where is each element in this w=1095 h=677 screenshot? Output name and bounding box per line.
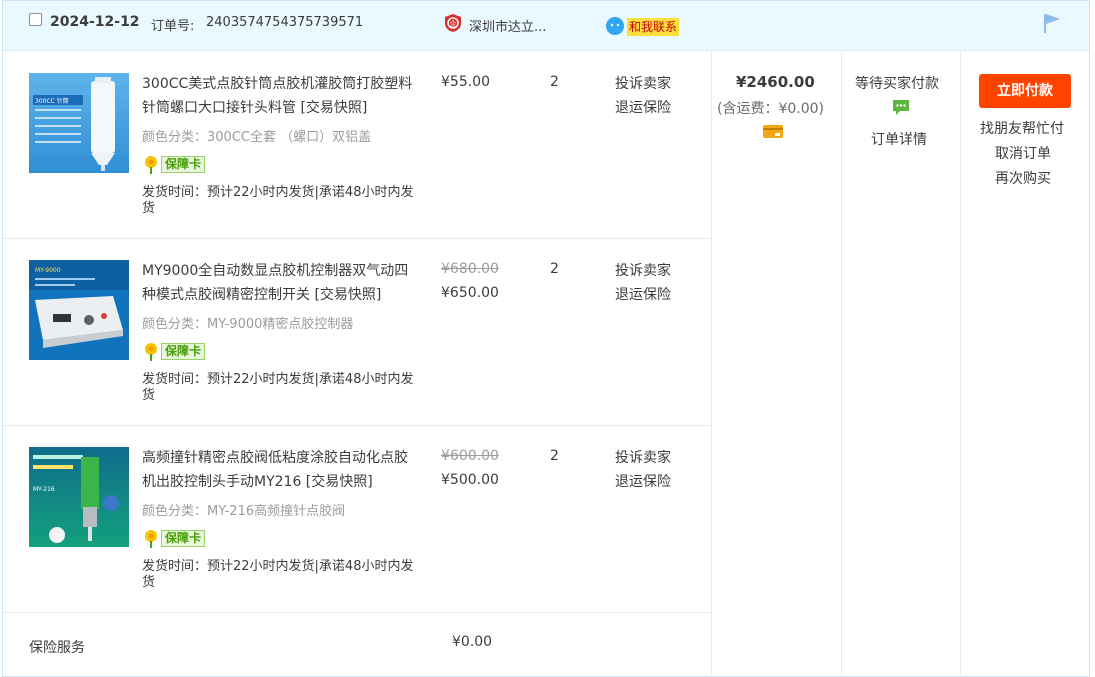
quantity: 2 xyxy=(550,74,559,90)
order-header: 2024-12-12 订单号: 2403574754375739571 企 深圳… xyxy=(3,1,1089,51)
original-price: ¥600.00 xyxy=(441,448,499,464)
enterprise-shop-icon: 企 xyxy=(445,14,461,32)
return-insurance-link[interactable]: 退运保险 xyxy=(615,284,671,304)
svg-text:企: 企 xyxy=(450,19,457,28)
product-thumbnail[interactable]: MY-216 xyxy=(29,447,129,547)
order-item: 300CC 针筒 300CC美式点胶针筒点胶机灌胶筒打胶塑料针筒螺口大口接针头料… xyxy=(3,52,711,239)
original-price: ¥680.00 xyxy=(441,261,499,277)
order-date: 2024-12-12 xyxy=(50,14,140,30)
order-detail-link[interactable]: 订单详情 xyxy=(871,129,927,149)
product-thumbnail[interactable]: 300CC 针筒 xyxy=(29,73,129,173)
product-image: 300CC 针筒 xyxy=(33,77,115,171)
shop-name-link[interactable]: 深圳市达立... xyxy=(469,16,546,35)
product-image: MY-216 xyxy=(33,455,119,543)
flower-icon xyxy=(145,530,157,548)
order-total: ¥2460.00 xyxy=(736,73,815,91)
product-thumbnail[interactable]: MY-9000 xyxy=(29,260,129,360)
order-number: 2403574754375739571 xyxy=(206,15,364,30)
product-title-link[interactable]: 300CC美式点胶针筒点胶机灌胶筒打胶塑料针筒螺口大口接针头料管 [交易快照] xyxy=(142,72,414,120)
order-item: MY-9000 MY9000全自动数显点胶机控制器双气动四种模式点胶阀精密控制开… xyxy=(3,239,711,426)
product-image: MY-9000 xyxy=(29,260,129,348)
column-divider xyxy=(841,52,842,677)
wangwang-chat-icon[interactable] xyxy=(605,16,625,36)
pay-now-button[interactable]: 立即付款 xyxy=(979,74,1071,108)
chat-bubble-icon[interactable] xyxy=(892,99,910,116)
thumbnail-caption: 300CC 针筒 xyxy=(35,97,69,105)
complain-seller-link[interactable]: 投诉卖家 xyxy=(615,73,671,93)
order-checkbox[interactable] xyxy=(29,13,42,26)
column-divider xyxy=(711,52,712,677)
complain-seller-link[interactable]: 投诉卖家 xyxy=(615,260,671,280)
flower-icon xyxy=(145,156,157,174)
return-insurance-link[interactable]: 退运保险 xyxy=(615,471,671,491)
flower-icon xyxy=(145,343,157,361)
product-title-link[interactable]: 高频撞针精密点胶阀低粘度涂胶自动化点胶机出胶控制头手动MY216 [交易快照] xyxy=(142,446,414,494)
order-card: 2024-12-12 订单号: 2403574754375739571 企 深圳… xyxy=(2,0,1090,677)
freight-info: (含运费：¥0.00) xyxy=(717,101,825,117)
thumbnail-caption: MY-9000 xyxy=(35,267,61,274)
return-insurance-link[interactable]: 退运保险 xyxy=(615,97,671,117)
shipping-time: 发货时间：预计22小时内发货|承诺48小时内发货 xyxy=(142,372,414,403)
flag-icon[interactable] xyxy=(1042,12,1062,34)
unit-price: ¥55.00 xyxy=(441,74,490,90)
quantity: 2 xyxy=(550,261,559,277)
insurance-service-value: ¥0.00 xyxy=(452,634,493,650)
unit-price: ¥650.00 xyxy=(441,285,499,301)
shipping-time: 发货时间：预计22小时内发货|承诺48小时内发货 xyxy=(142,185,414,216)
quantity: 2 xyxy=(550,448,559,464)
product-title-link[interactable]: MY9000全自动数显点胶机控制器双气动四种模式点胶阀精密控制开关 [交易快照] xyxy=(142,259,414,307)
cancel-order-link[interactable]: 取消订单 xyxy=(995,143,1051,163)
contact-me-link[interactable]: 和我联系 xyxy=(627,18,680,36)
buy-again-link[interactable]: 再次购买 xyxy=(995,168,1051,188)
column-divider xyxy=(960,52,961,677)
shipping-time: 发货时间：预计22小时内发货|承诺48小时内发货 xyxy=(142,559,414,590)
guarantee-card-badge[interactable]: 保障卡 xyxy=(142,155,206,174)
insurance-service-label: 保险服务 xyxy=(29,640,85,656)
product-sku: 颜色分类：MY-9000精密点胶控制器 xyxy=(142,317,354,332)
guarantee-card-label: 保障卡 xyxy=(161,156,206,173)
product-sku: 颜色分类：MY-216高频撞针点胶阀 xyxy=(142,504,346,519)
guarantee-card-label: 保障卡 xyxy=(161,343,206,360)
unit-price: ¥500.00 xyxy=(441,472,499,488)
credit-card-icon[interactable] xyxy=(763,125,783,138)
product-sku: 颜色分类：300CC全套 （螺口）双铝盖 xyxy=(142,130,372,145)
order-status: 等待买家付款 xyxy=(855,76,939,92)
friend-pay-link[interactable]: 找朋友帮忙付 xyxy=(980,118,1064,138)
guarantee-card-badge[interactable]: 保障卡 xyxy=(142,529,206,548)
guarantee-card-label: 保障卡 xyxy=(161,530,206,547)
order-number-label: 订单号: xyxy=(151,19,195,34)
guarantee-card-badge[interactable]: 保障卡 xyxy=(142,342,206,361)
thumbnail-caption: MY-216 xyxy=(33,486,55,493)
complain-seller-link[interactable]: 投诉卖家 xyxy=(615,447,671,467)
order-item: MY-216 高频撞针精密点胶阀低粘度涂胶自动化点胶机出胶控制头手动MY216 … xyxy=(3,426,711,613)
